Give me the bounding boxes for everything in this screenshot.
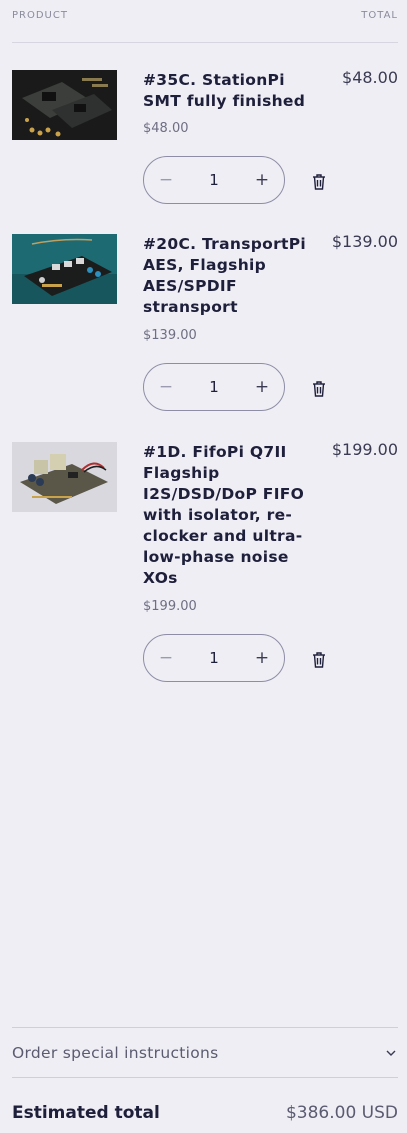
quantity-stepper: − 1 + — [143, 363, 285, 411]
estimated-total-row: Estimated total $386.00 USD — [12, 1103, 398, 1123]
product-column-header: PRODUCT — [12, 10, 68, 21]
decrease-quantity-button[interactable]: − — [156, 648, 176, 668]
decrease-quantity-button[interactable]: − — [156, 377, 176, 397]
product-image[interactable] — [12, 234, 117, 304]
header-divider — [12, 42, 398, 43]
quantity-value[interactable]: 1 — [209, 171, 219, 189]
total-column-header: TOTAL — [361, 10, 398, 21]
special-instructions-toggle[interactable]: Order special instructions — [12, 1030, 398, 1076]
special-instructions-label: Order special instructions — [12, 1044, 219, 1062]
unit-price: $199.00 — [143, 599, 197, 614]
product-title[interactable]: #1D. FifoPi Q7II Flagship I2S/DSD/DoP FI… — [143, 442, 311, 589]
chevron-down-icon[interactable] — [384, 1046, 398, 1060]
line-total: $199.00 — [331, 440, 398, 459]
unit-price: $139.00 — [143, 328, 197, 343]
increase-quantity-button[interactable]: + — [252, 377, 272, 397]
estimated-total-value: $386.00 USD — [285, 1103, 398, 1123]
product-image[interactable] — [12, 70, 117, 140]
line-total: $139.00 — [331, 232, 398, 251]
increase-quantity-button[interactable]: + — [252, 648, 272, 668]
product-title[interactable]: #20C. TransportPi AES, Flagship AES/SPDI… — [143, 234, 311, 318]
quantity-value[interactable]: 1 — [209, 649, 219, 667]
cart-table-header: PRODUCT TOTAL — [12, 10, 398, 21]
decrease-quantity-button[interactable]: − — [156, 170, 176, 190]
trash-icon[interactable] — [311, 380, 327, 398]
estimated-total-label: Estimated total — [12, 1103, 160, 1123]
line-total: $48.00 — [342, 68, 398, 87]
divider — [12, 1077, 398, 1078]
quantity-stepper: − 1 + — [143, 634, 285, 682]
trash-icon[interactable] — [311, 651, 327, 669]
trash-icon[interactable] — [311, 173, 327, 191]
unit-price: $48.00 — [143, 121, 189, 136]
product-title[interactable]: #35C. StationPi SMT fully finished — [143, 70, 311, 112]
quantity-stepper: − 1 + — [143, 156, 285, 204]
divider — [12, 1027, 398, 1028]
quantity-value[interactable]: 1 — [209, 378, 219, 396]
increase-quantity-button[interactable]: + — [252, 170, 272, 190]
product-image[interactable] — [12, 442, 117, 512]
